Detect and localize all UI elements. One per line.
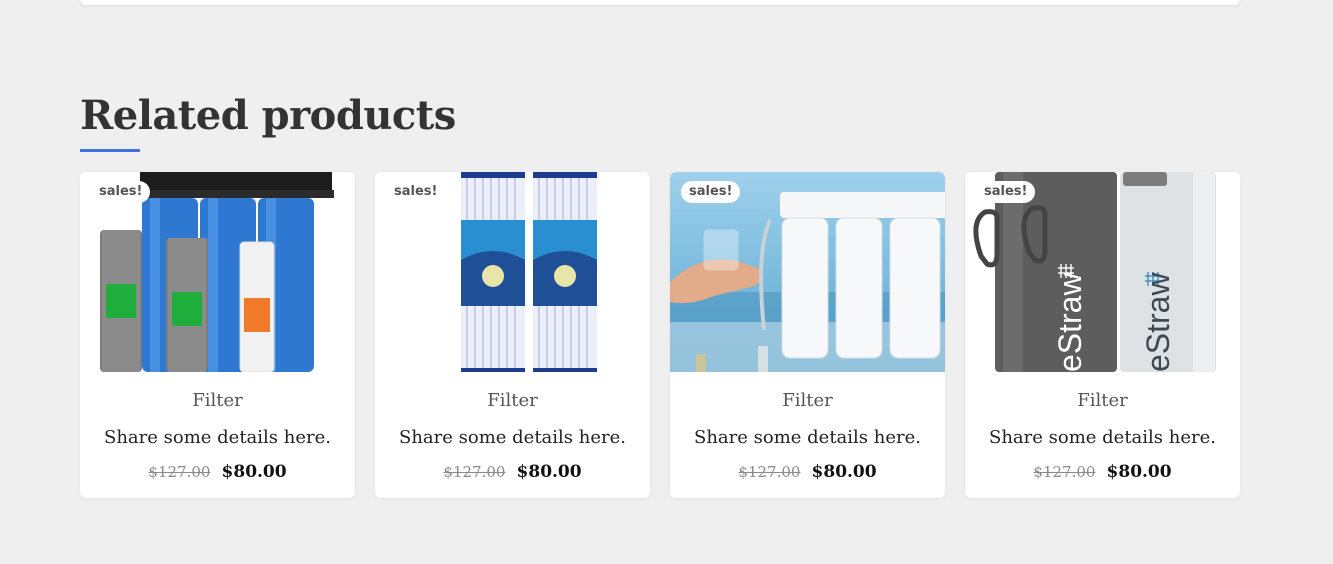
title-underline <box>80 149 140 152</box>
section-title: Related products <box>80 92 456 139</box>
product-card[interactable]: sales! Filter Share some details here. $… <box>670 172 945 498</box>
product-details[interactable]: Share some details here. <box>80 427 355 448</box>
lifestraw-logo-left: eStraw <box>1052 272 1088 372</box>
sale-price: $80.00 <box>221 462 287 482</box>
sale-badge: sales! <box>681 181 741 203</box>
product-category[interactable]: Filter <box>670 390 945 411</box>
product-details[interactable]: Share some details here. <box>965 427 1240 448</box>
sale-badge: sales! <box>976 181 1036 203</box>
product-category[interactable]: Filter <box>965 390 1240 411</box>
product-category[interactable]: Filter <box>80 390 355 411</box>
regular-price: $127.00 <box>738 463 801 481</box>
product-card[interactable]: sales! Filter Share some details here. $… <box>80 172 355 498</box>
regular-price: $127.00 <box>1033 463 1096 481</box>
product-card[interactable]: sales! Filter Share some details here. $… <box>375 172 650 498</box>
product-category[interactable]: Filter <box>375 390 650 411</box>
sale-badge: sales! <box>91 181 151 203</box>
product-price: $127.00 $80.00 <box>965 462 1240 482</box>
regular-price: $127.00 <box>148 463 211 481</box>
product-details[interactable]: Share some details here. <box>670 427 945 448</box>
related-products-grid: sales! Filter Share some details here. $… <box>80 172 1240 498</box>
sale-price: $80.00 <box>1106 462 1172 482</box>
product-card[interactable]: eStraw eStraw sales! Filter Share some d… <box>965 172 1240 498</box>
previous-section-card <box>80 0 1240 5</box>
sale-price: $80.00 <box>516 462 582 482</box>
product-price: $127.00 $80.00 <box>80 462 355 482</box>
regular-price: $127.00 <box>443 463 506 481</box>
product-price: $127.00 $80.00 <box>375 462 650 482</box>
product-details[interactable]: Share some details here. <box>375 427 650 448</box>
sale-price: $80.00 <box>811 462 877 482</box>
lifestraw-logo-right: eStraw <box>1140 272 1176 372</box>
product-price: $127.00 $80.00 <box>670 462 945 482</box>
sale-badge: sales! <box>386 181 446 203</box>
